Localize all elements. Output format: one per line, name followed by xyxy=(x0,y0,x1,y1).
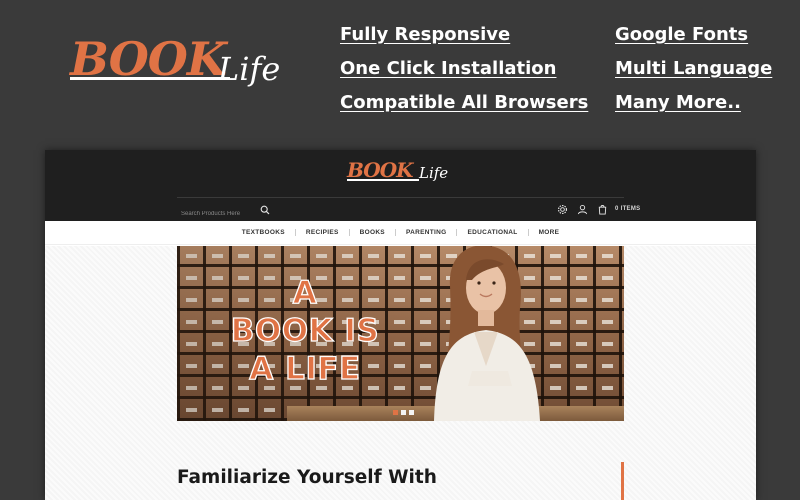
feature-multi-language: Multi Language xyxy=(615,58,773,79)
hero-line-1: A xyxy=(292,274,318,311)
site-logo-underline xyxy=(347,179,419,181)
feature-many-more: Many More.. xyxy=(615,92,741,113)
nav-item-educational[interactable]: EDUCATIONAL xyxy=(457,229,529,236)
feature-google-fonts: Google Fonts xyxy=(615,24,749,45)
main-nav: TEXTBOOKS RECIPIES BOOKS PARENTING EDUCA… xyxy=(45,221,756,245)
logo-life-text: Life xyxy=(218,50,281,88)
header-actions: 0 ITEMS xyxy=(555,202,640,216)
hero-woman-image xyxy=(434,246,540,421)
slider-dot-1[interactable] xyxy=(393,410,398,415)
search-box xyxy=(177,202,272,221)
feature-compatible-browsers: Compatible All Browsers xyxy=(340,92,589,113)
nav-item-more[interactable]: MORE xyxy=(529,229,570,236)
slider-dot-2[interactable] xyxy=(401,410,406,415)
cart-button[interactable] xyxy=(595,202,609,216)
search-icon xyxy=(260,205,270,215)
account-button[interactable] xyxy=(575,202,589,216)
feature-fully-responsive: Fully Responsive xyxy=(340,24,511,45)
site-header: BOOK Life Search Products Here 0 ITEMS xyxy=(45,150,756,221)
feature-one-click-installation: One Click Installation xyxy=(340,58,557,79)
cart-count-label[interactable]: 0 ITEMS xyxy=(615,206,640,212)
site-logo-life-text: Life xyxy=(419,164,449,182)
search-input[interactable] xyxy=(177,207,255,221)
user-icon xyxy=(577,204,587,214)
hero-headline: A BOOK IS A LIFE xyxy=(205,274,405,388)
gear-icon xyxy=(557,204,567,214)
logo-underline xyxy=(70,77,230,80)
nav-item-parenting[interactable]: PARENTING xyxy=(396,229,458,236)
header-divider xyxy=(177,197,624,198)
nav-item-books[interactable]: BOOKS xyxy=(350,229,396,236)
settings-button[interactable] xyxy=(555,202,569,216)
search-button[interactable] xyxy=(259,203,271,215)
site-preview: BOOK Life Search Products Here 0 ITEMS T… xyxy=(45,150,756,500)
section-title: Familiarize Yourself With xyxy=(177,467,437,488)
brand-logo: BOOK Life xyxy=(70,30,290,105)
page-content: A BOOK IS A LIFE Familiarize Yourself Wi… xyxy=(45,246,756,500)
accent-bar xyxy=(621,462,624,500)
slider-dot-3[interactable] xyxy=(409,410,414,415)
site-logo[interactable]: BOOK Life xyxy=(347,156,457,190)
cart-icon xyxy=(598,204,606,215)
hero-line-2: BOOK IS xyxy=(230,312,380,349)
nav-item-textbooks[interactable]: TEXTBOOKS xyxy=(232,229,296,236)
hero-line-3: A LIFE xyxy=(249,350,361,387)
nav-item-recipies[interactable]: RECIPIES xyxy=(296,229,350,236)
hero-slider[interactable]: A BOOK IS A LIFE xyxy=(177,246,624,421)
slider-dots xyxy=(393,410,414,415)
